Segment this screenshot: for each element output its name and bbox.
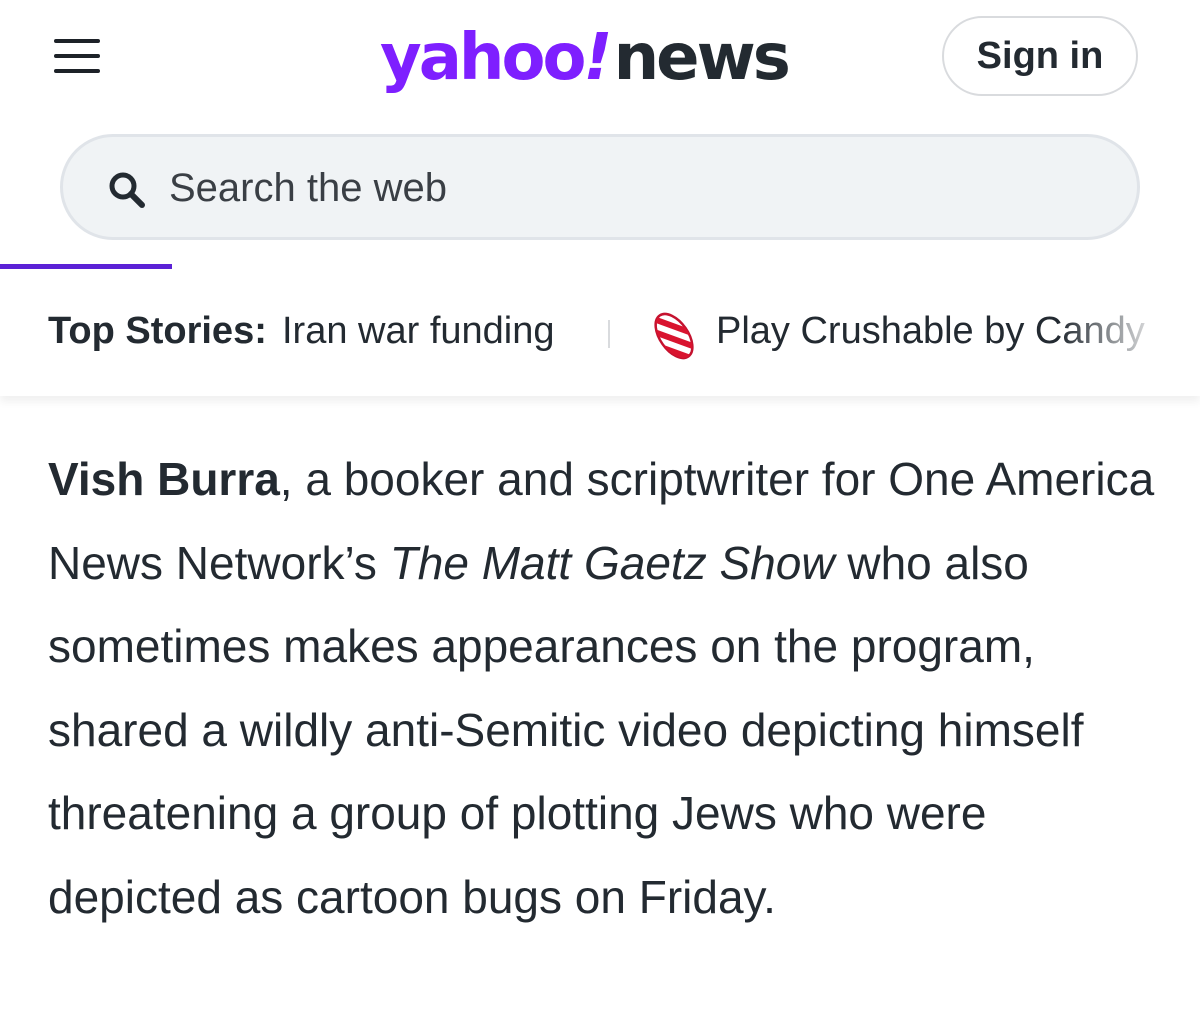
search-bar[interactable]	[60, 134, 1140, 240]
logo-news-text: news	[613, 21, 791, 95]
article-text-part2: who also sometimes makes appearances on …	[48, 536, 1084, 923]
logo-yahoo-text: yahoo	[380, 21, 586, 95]
top-stories-label: Top Stories:	[48, 310, 267, 352]
sign-in-button[interactable]: Sign in	[942, 16, 1138, 96]
top-stories-bar: Top Stories: Iran war funding Play Crush…	[0, 270, 1200, 396]
hamburger-menu-icon[interactable]	[54, 36, 100, 76]
top-stories-divider	[608, 320, 610, 348]
logo-bang-text: !	[583, 21, 612, 95]
header: yahoo!news Sign in	[0, 0, 1200, 110]
active-tab-indicator	[0, 264, 172, 269]
search-icon	[109, 172, 145, 208]
author-name: Vish Burra	[48, 453, 280, 505]
top-story-link[interactable]: Iran war funding	[282, 310, 555, 353]
article-paragraph: Vish Burra, a booker and scriptwriter fo…	[48, 438, 1158, 939]
candy-icon[interactable]	[644, 306, 704, 366]
search-input[interactable]	[167, 155, 1111, 221]
yahoo-news-logo[interactable]: yahoo!news	[380, 18, 830, 98]
promo-link[interactable]: Play Crushable by Candy Crush	[716, 310, 1156, 353]
show-title: The Matt Gaetz Show	[389, 536, 835, 589]
page: yahoo!news Sign in Top Stories: Iran war…	[0, 0, 1200, 1036]
